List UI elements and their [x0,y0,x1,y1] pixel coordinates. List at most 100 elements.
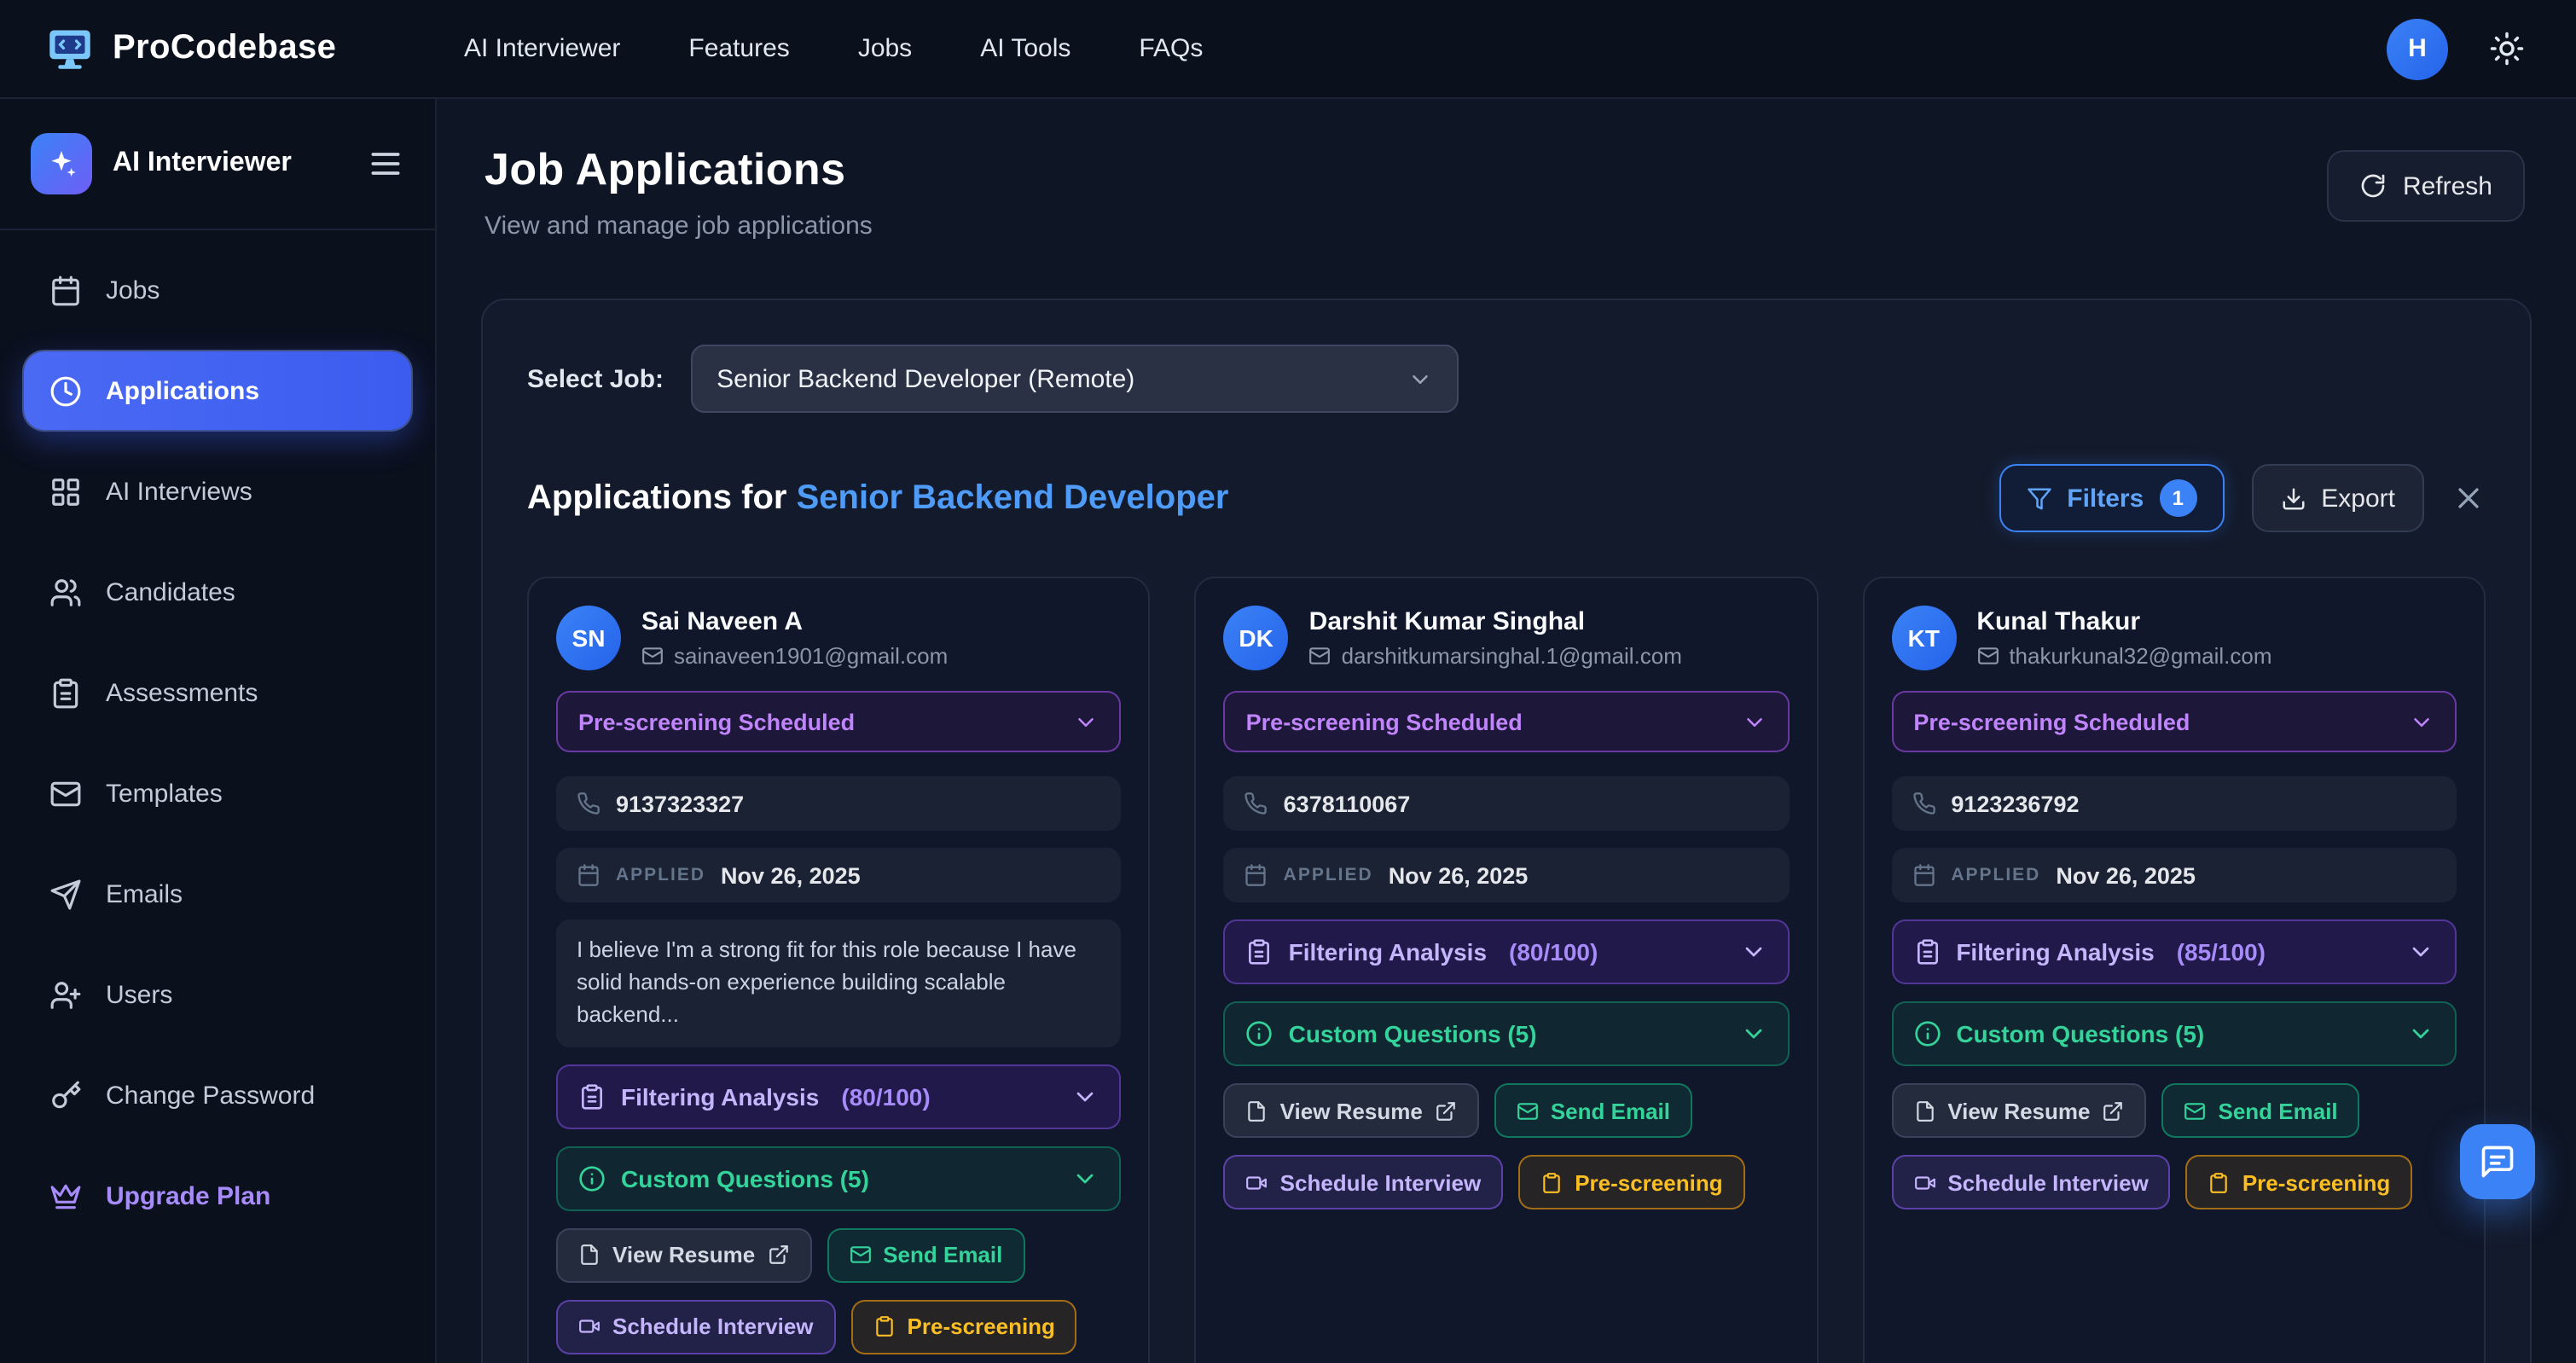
nav-ai-interviewer[interactable]: AI Interviewer [464,34,620,63]
user-avatar[interactable]: H [2387,18,2448,79]
external-link-icon [767,1244,789,1266]
candidate-identity: Sai Naveen A sainaveen1901@gmail.com [641,607,948,669]
sidebar-collapse-button[interactable] [367,145,404,183]
phone-row: 9137323327 [556,776,1122,831]
applied-date: Nov 26, 2025 [1389,862,1529,888]
candidate-email-text: darshitkumarsinghal.1@gmail.com [1342,643,1682,669]
custom-questions-expander[interactable]: Custom Questions (5) [1891,1001,2457,1066]
status-select[interactable]: Pre-screening Scheduled [1224,691,1790,752]
sidebar-nav: Jobs Applications AI Interviews Candidat… [0,230,435,1256]
chat-button[interactable] [2460,1124,2535,1199]
filters-label: Filters [2067,484,2144,513]
sidebar-item-applications[interactable]: Applications [24,351,411,430]
external-link-icon [1435,1099,1457,1122]
filters-button[interactable]: Filters 1 [1999,464,2224,532]
status-value: Pre-screening Scheduled [578,709,855,734]
pre-screening-button[interactable]: Pre-screening [851,1299,1077,1354]
candidate-avatar: DK [1224,606,1289,670]
status-select[interactable]: Pre-screening Scheduled [556,691,1122,752]
schedule-interview-label: Schedule Interview [1947,1169,2149,1195]
candidate-email-text: sainaveen1901@gmail.com [674,643,948,669]
schedule-interview-button[interactable]: Schedule Interview [1224,1155,1504,1209]
candidate-name: Darshit Kumar Singhal [1309,607,1682,636]
chevron-down-icon [1739,1020,1767,1047]
chat-bubble-icon [2479,1143,2516,1180]
sidebar-item-upgrade-plan[interactable]: Upgrade Plan [24,1157,411,1235]
sidebar-item-candidates[interactable]: Candidates [24,553,411,631]
card-actions-row: Schedule Interview Pre-screening [556,1299,1122,1354]
schedule-interview-button[interactable]: Schedule Interview [1891,1155,2171,1209]
file-text-icon [1913,1099,1935,1122]
application-card: DK Darshit Kumar Singhal darshitkumarsin… [1195,577,1819,1363]
filtering-analysis-label: Filtering Analysis [1956,938,2154,966]
export-button[interactable]: Export [2251,464,2424,532]
application-card: SN Sai Naveen A sainaveen1901@gmail.com … [527,577,1151,1363]
filtering-analysis-label: Filtering Analysis [621,1082,819,1110]
send-email-button[interactable]: Send Email [827,1227,1024,1282]
close-button[interactable] [2451,481,2486,515]
video-icon [1913,1171,1935,1193]
select-job-row: Select Job: Senior Backend Developer (Re… [527,345,2486,413]
sidebar-item-label: Emails [106,879,183,908]
candidate-header: DK Darshit Kumar Singhal darshitkumarsin… [1224,606,1790,670]
card-actions-row: Schedule Interview Pre-screening [1224,1155,1790,1209]
view-resume-button[interactable]: View Resume [556,1227,811,1282]
nav-faqs[interactable]: FAQs [1139,34,1203,63]
send-email-button[interactable]: Send Email [1494,1083,1692,1138]
send-email-label: Send Email [883,1242,1002,1267]
candidate-identity: Kunal Thakur thakurkunal32@gmail.com [1976,607,2271,669]
candidate-email: darshitkumarsinghal.1@gmail.com [1309,643,1682,669]
chevron-down-icon [1072,1164,1099,1192]
theme-toggle-button[interactable] [2489,31,2525,67]
send-email-button[interactable]: Send Email [2162,1083,2360,1138]
mail-icon [1976,645,1999,667]
sidebar-item-templates[interactable]: Templates [24,754,411,832]
phone-row: 9123236792 [1891,776,2457,831]
sidebar-item-label: Applications [106,376,259,405]
view-resume-button[interactable]: View Resume [1891,1083,2146,1138]
job-select[interactable]: Senior Backend Developer (Remote) [691,345,1459,413]
nav-ai-tools[interactable]: AI Tools [980,34,1070,63]
view-resume-button[interactable]: View Resume [1224,1083,1479,1138]
sidebar: AI Interviewer Jobs Applications [0,99,437,1363]
sidebar-item-label: Change Password [106,1081,315,1110]
app-root: ProCodebase AI Interviewer Features Jobs… [0,0,2576,1363]
pre-screening-button[interactable]: Pre-screening [2186,1155,2412,1209]
pre-screening-button[interactable]: Pre-screening [1518,1155,1744,1209]
custom-questions-expander[interactable]: Custom Questions (5) [556,1146,1122,1210]
custom-questions-expander[interactable]: Custom Questions (5) [1224,1001,1790,1066]
chevron-down-icon [1741,709,1767,734]
status-select[interactable]: Pre-screening Scheduled [1891,691,2457,752]
sidebar-item-change-password[interactable]: Change Password [24,1056,411,1134]
sidebar-item-ai-interviews[interactable]: AI Interviews [24,452,411,531]
key-icon [49,1079,82,1111]
nav-jobs[interactable]: Jobs [858,34,912,63]
chevron-down-icon [2407,1020,2434,1047]
mail-icon [1309,645,1332,667]
sidebar-item-users[interactable]: Users [24,955,411,1034]
sidebar-item-jobs[interactable]: Jobs [24,251,411,329]
brand[interactable]: ProCodebase [0,23,437,74]
people-icon [49,576,82,608]
candidate-name: Sai Naveen A [641,607,948,636]
calendar-icon [1912,863,1935,887]
filtering-analysis-expander[interactable]: Filtering Analysis (85/100) [1891,919,2457,984]
candidate-identity: Darshit Kumar Singhal darshitkumarsingha… [1309,607,1682,669]
sidebar-item-emails[interactable]: Emails [24,855,411,933]
filtering-analysis-expander[interactable]: Filtering Analysis (80/100) [556,1064,1122,1128]
grid-icon [49,475,82,508]
user-plus-icon [49,978,82,1011]
applied-label: APPLIED [616,865,705,885]
send-email-label: Send Email [1551,1098,1670,1123]
sidebar-item-assessments[interactable]: Assessments [24,653,411,732]
schedule-interview-button[interactable]: Schedule Interview [556,1299,836,1354]
refresh-button[interactable]: Refresh [2328,150,2525,222]
phone-row: 6378110067 [1224,776,1790,831]
send-icon [49,878,82,910]
custom-questions-label: Custom Questions (5) [1289,1020,1537,1047]
sidebar-item-label: Templates [106,779,223,808]
nav-features[interactable]: Features [688,34,789,63]
schedule-interview-label: Schedule Interview [612,1314,814,1339]
filtering-analysis-expander[interactable]: Filtering Analysis (80/100) [1224,919,1790,984]
applied-row: APPLIED Nov 26, 2025 [1891,848,2457,902]
